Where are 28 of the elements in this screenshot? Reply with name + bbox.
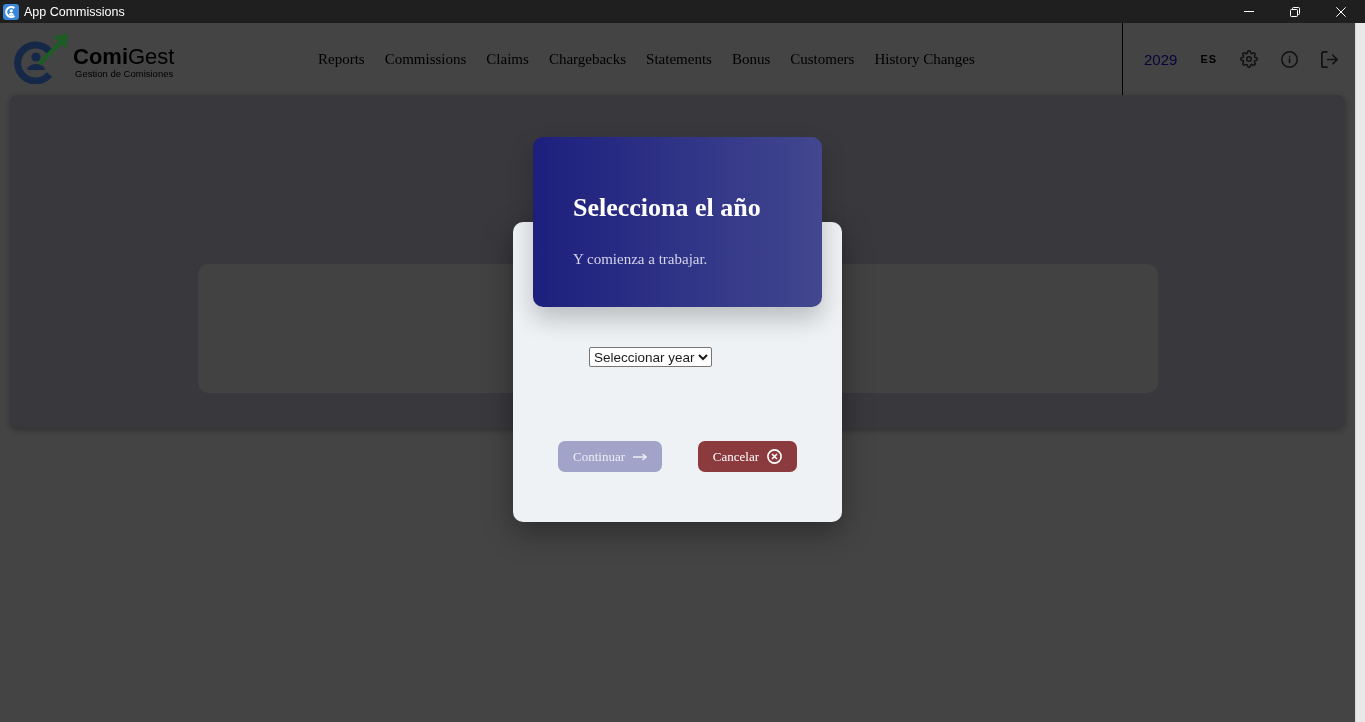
circle-x-icon bbox=[767, 449, 782, 464]
nav-link[interactable]: History Changes bbox=[874, 50, 975, 68]
restore-icon[interactable] bbox=[1290, 6, 1300, 17]
logo-text: ComiGest bbox=[73, 45, 175, 69]
window-title: App Commissions bbox=[24, 4, 125, 19]
close-icon[interactable] bbox=[1336, 6, 1346, 17]
language-link[interactable]: ES bbox=[1200, 53, 1218, 65]
minimize-icon[interactable] bbox=[1244, 11, 1254, 12]
nav-link[interactable]: Commissions bbox=[384, 50, 467, 68]
info-icon[interactable] bbox=[1281, 50, 1299, 68]
dialog-title: Selecciona el año bbox=[573, 192, 762, 224]
nav-link[interactable]: Reports bbox=[318, 50, 365, 68]
dialog-subtitle: Y comienza a trabajar. bbox=[573, 250, 709, 269]
cancel-button[interactable]: Cancelar bbox=[697, 441, 797, 472]
logout-icon[interactable] bbox=[1321, 50, 1339, 68]
nav-link[interactable]: Bonus bbox=[731, 50, 771, 68]
year-select[interactable]: Seleccionar year bbox=[589, 347, 712, 367]
nav-link[interactable]: Customers bbox=[790, 50, 855, 68]
arrow-right-icon bbox=[633, 452, 647, 461]
scrollbar[interactable] bbox=[1355, 23, 1365, 722]
nav-link[interactable]: Chargebacks bbox=[548, 50, 627, 68]
nav-link[interactable]: Statements bbox=[646, 50, 712, 68]
app-icon bbox=[3, 3, 19, 20]
logo-tagline: Gestion de Comisiones bbox=[75, 69, 175, 79]
settings-icon[interactable] bbox=[1240, 50, 1259, 68]
year-link[interactable]: 2029 bbox=[1144, 50, 1178, 68]
logo-icon bbox=[12, 34, 68, 84]
nav-link[interactable]: Claims bbox=[486, 50, 529, 68]
